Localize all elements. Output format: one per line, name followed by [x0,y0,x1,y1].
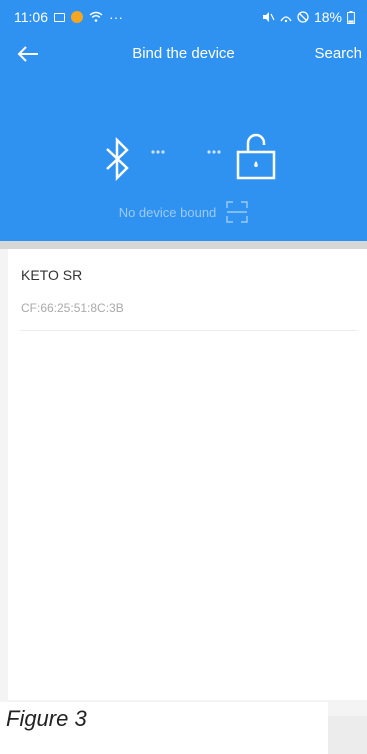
header-divider-strip [0,241,367,249]
no-device-label: No device bound [118,204,217,220]
status-time: 11:06 [14,9,48,25]
device-list-item[interactable]: KETO SR CF:66:25:51:8C:3B [8,249,367,331]
list-divider [20,330,357,331]
header: Bind the device Search No device bound [0,33,367,241]
connection-dots-right [207,150,221,154]
battery-icon [347,10,355,24]
corner-block [328,716,367,754]
battery-percent: 18% [313,9,342,25]
device-list: KETO SR CF:66:25:51:8C:3B [8,249,367,700]
overflow-indicator: ··· [109,9,123,25]
no-device-status: No device bound [0,201,367,223]
device-name: KETO SR [21,267,83,283]
unlock-icon [236,133,276,180]
no-disturb-icon [297,11,309,23]
mute-icon [262,12,275,22]
scan-frame-icon[interactable] [226,201,248,223]
app-notification-icon [71,11,83,23]
figure-caption: Figure 3 [6,706,87,731]
signal-icon [280,16,292,23]
search-button[interactable]: Search [314,45,362,62]
caption-area: Figure 3 [0,702,328,754]
page-title: Bind the device [132,45,235,62]
device-mac-address: CF:66:25:51:8C:3B [21,301,124,315]
image-icon [54,12,65,22]
wifi-icon [89,11,103,22]
bluetooth-icon [106,137,129,181]
status-bar: 11:06 ··· 18% [0,0,367,33]
connection-dots-left [151,150,165,154]
